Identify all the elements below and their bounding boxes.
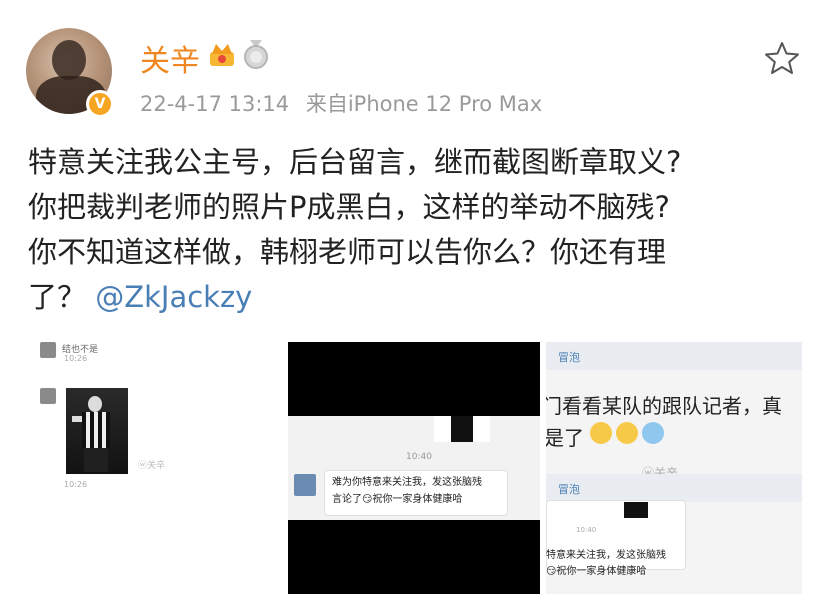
username[interactable]: 关辛 — [140, 36, 200, 80]
post-text-line: 你不知道这样做，韩栩老师可以告你么？你还有理 — [28, 235, 667, 269]
star-icon[interactable] — [764, 40, 800, 76]
chat-text: 是了 — [546, 426, 584, 450]
nested-text-line: 特意来关注我，发这张脑残 — [546, 550, 666, 561]
post-text-line: 你把裁判老师的照片P成黑白，这样的举动不脑残? — [28, 190, 670, 224]
chat-bubble: 难为你特意来关注我，发这张脑残 言论了😏祝你一家身体健康哈 — [324, 470, 508, 516]
post-text-line: 了？ @ZkJackzy — [28, 275, 808, 320]
chat-screenshot: 10:40 难为你特意来关注我，发这张脑残 言论了😏祝你一家身体健康哈 — [288, 416, 540, 520]
chat-text: 门看看某队的跟队记者，真 — [546, 394, 782, 418]
post-image-2[interactable]: 10:40 难为你特意来关注我，发这张脑残 言论了😏祝你一家身体健康哈 — [288, 342, 540, 594]
image-thumbnail — [616, 502, 656, 518]
bubble-line: 难为你特意来关注我，发这张脑残 — [332, 477, 482, 488]
chat-avatar — [294, 474, 316, 496]
medal-badge-icon[interactable] — [242, 40, 270, 70]
nested-text-line: 😏祝你一家身体健康哈 — [546, 566, 647, 577]
chat-timestamp: 10:40 — [406, 452, 432, 462]
chat-header-bar: 冒泡 — [546, 474, 802, 502]
chat-avatar — [40, 388, 56, 404]
nested-text: 特意来关注我，发这张脑残 😏祝你一家身体健康哈 — [546, 548, 696, 580]
chat-timestamp: 10:26 — [64, 480, 88, 489]
bubble-line: 言论了😏祝你一家身体健康哈 — [332, 494, 463, 505]
image-watermark: ⓦ关辛 — [138, 461, 166, 471]
post-text-suffix: 了？ — [28, 280, 87, 314]
emoji-icon — [642, 422, 664, 444]
bar-label: 冒泡 — [558, 483, 580, 496]
emoji-icon — [590, 422, 612, 444]
bar-label: 冒泡 — [558, 351, 580, 364]
referee-photo — [66, 388, 128, 474]
image-grid: 结也不是 10:26 ⓦ关辛 10:26 10:40 难为你特意来关注我，发这张… — [0, 340, 828, 598]
post-image-3[interactable]: 冒泡 门看看某队的跟队记者，真 是了 ⓦ关辛 冒泡 10:40 特意来关注我，发… — [546, 342, 802, 594]
avatar[interactable]: V — [26, 28, 114, 118]
chat-header-bar: 冒泡 — [546, 342, 802, 370]
crown-badge-icon[interactable] — [208, 42, 236, 68]
chat-timestamp: 10:40 — [576, 526, 597, 534]
post-meta: 22-4-17 13:14 来自iPhone 12 Pro Max — [140, 88, 542, 118]
post-text-line: 特意关注我公主号，后台留言，继而截图断章取义? — [28, 145, 682, 179]
verified-badge-icon: V — [86, 90, 114, 118]
post-header: V 关辛 22-4-17 13:14 来自iPhone 12 Pro Max — [0, 0, 828, 130]
mention-link[interactable]: @ZkJackzy — [95, 280, 252, 314]
post-image-1[interactable]: 结也不是 10:26 ⓦ关辛 10:26 — [24, 340, 280, 596]
post-source: 来自iPhone 12 Pro Max — [305, 92, 543, 116]
post-date: 22-4-17 13:14 — [140, 92, 290, 116]
chat-timestamp: 10:26 — [64, 354, 88, 363]
post-text: 特意关注我公主号，后台留言，继而截图断章取义? 你把裁判老师的照片P成黑白，这样… — [28, 140, 808, 320]
emoji-icon — [616, 422, 638, 444]
image-thumbnail — [434, 416, 490, 442]
chat-avatar — [40, 342, 56, 358]
